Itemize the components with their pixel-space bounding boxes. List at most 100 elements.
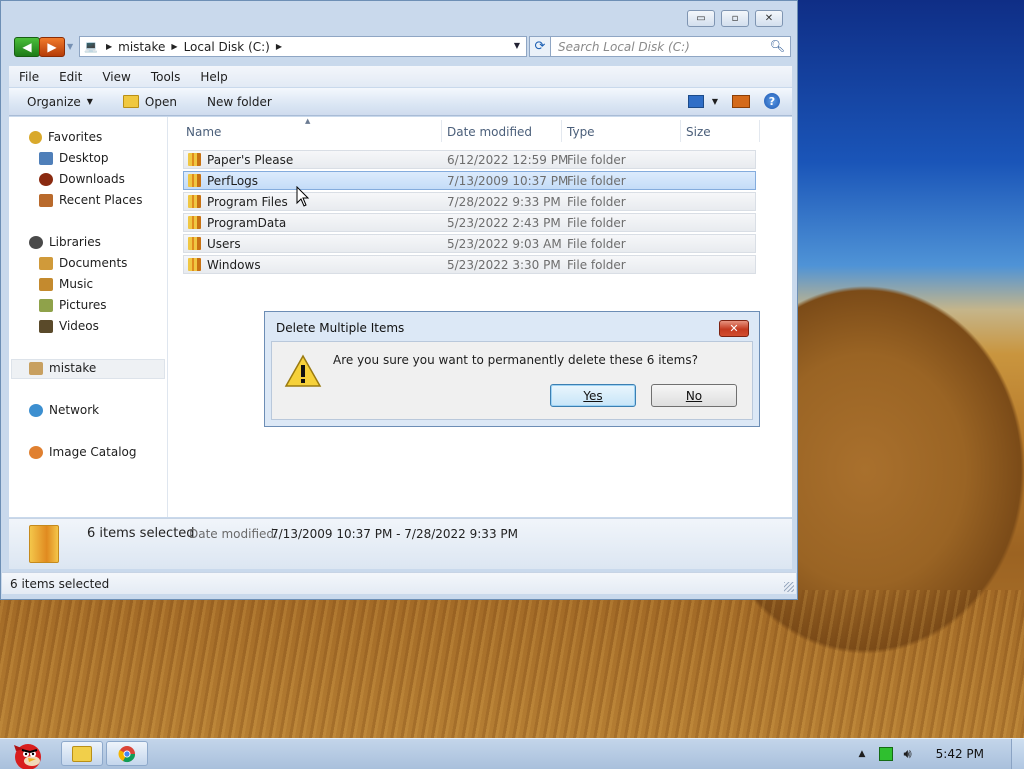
folder-icon: [188, 153, 201, 166]
window-controls: ▭ ▫ ✕: [687, 10, 783, 27]
file-row[interactable]: PerfLogs 7/13/2009 10:37 PM File folder: [183, 171, 756, 190]
details-pane: 6 items selected Date modified: 7/13/200…: [9, 518, 792, 569]
menu-help[interactable]: Help: [190, 70, 237, 84]
menu-file[interactable]: File: [9, 70, 49, 84]
nav-user-label: mistake: [49, 361, 97, 375]
column-divider[interactable]: [561, 120, 562, 142]
command-bar: Organize ▼ Open New folder ▼ ?: [9, 88, 792, 116]
chevron-right-icon[interactable]: ▶: [106, 42, 112, 51]
file-row[interactable]: Program Files 7/28/2022 9:33 PM File fol…: [183, 192, 756, 211]
sort-ascending-icon: ▲: [305, 117, 311, 125]
file-date: 6/12/2022 12:59 PM: [447, 153, 569, 167]
column-type[interactable]: Type: [567, 121, 595, 143]
documents-icon: [39, 256, 53, 270]
file-row[interactable]: Windows 5/23/2022 3:30 PM File folder: [183, 255, 756, 274]
yes-button-label: Yes: [583, 388, 603, 403]
nav-favorites[interactable]: Favorites: [29, 128, 102, 146]
forward-button[interactable]: ▶: [39, 37, 65, 57]
preview-pane-button[interactable]: [732, 94, 750, 108]
resize-grip[interactable]: [784, 582, 794, 592]
open-label: Open: [144, 94, 177, 109]
nav-network[interactable]: Network: [29, 401, 99, 419]
file-row[interactable]: Paper's Please 6/12/2022 12:59 PM File f…: [183, 150, 756, 169]
show-hidden-icons-icon[interactable]: ▲: [859, 749, 866, 759]
nav-downloads[interactable]: Downloads: [39, 170, 125, 188]
column-name[interactable]: Name: [186, 121, 221, 143]
nav-network-label: Network: [49, 403, 100, 417]
details-date-label: Date modified:: [189, 527, 279, 541]
minimize-button[interactable]: ▭: [687, 10, 715, 27]
file-date: 5/23/2022 3:30 PM: [447, 258, 561, 272]
folder-icon: [72, 745, 92, 762]
nav-libraries-label: Libraries: [49, 235, 101, 249]
file-type: File folder: [567, 216, 626, 230]
multiple-folders-icon: [29, 525, 59, 563]
nav-videos[interactable]: Videos: [39, 317, 99, 335]
dialog-body: Are you sure you want to permanently del…: [271, 341, 753, 420]
search-input[interactable]: Search Local Disk (C:) 🔍︎: [550, 36, 791, 57]
taskbar-explorer-button[interactable]: [61, 741, 103, 766]
breadcrumb-user[interactable]: mistake: [118, 40, 165, 54]
change-view-button[interactable]: ▼: [687, 94, 718, 108]
column-divider[interactable]: [759, 120, 760, 142]
menu-tools[interactable]: Tools: [141, 70, 191, 84]
maximize-button[interactable]: ▫: [721, 10, 749, 27]
nav-image-catalog-label: Image Catalog: [49, 445, 137, 459]
file-name: Paper's Please: [207, 153, 294, 167]
file-date: 7/28/2022 9:33 PM: [447, 195, 561, 209]
nav-libraries[interactable]: Libraries: [29, 233, 101, 251]
desktop-icon: [39, 151, 53, 165]
menu-edit[interactable]: Edit: [49, 70, 92, 84]
show-desktop-button[interactable]: [1011, 739, 1024, 769]
refresh-icon: ⟳: [534, 39, 546, 54]
file-type: File folder: [567, 237, 626, 251]
address-bar[interactable]: 💻 ▶ mistake ▶ Local Disk (C:) ▶ ▼: [79, 36, 527, 57]
open-button[interactable]: Open: [122, 94, 177, 109]
file-type: File folder: [567, 195, 626, 209]
nav-music[interactable]: Music: [39, 275, 93, 293]
volume-icon[interactable]: 🔊︎: [903, 747, 911, 762]
chevron-down-icon: ▼: [711, 96, 718, 106]
help-icon[interactable]: ?: [764, 93, 780, 109]
nav-recent-places[interactable]: Recent Places: [39, 191, 142, 209]
nav-image-catalog[interactable]: Image Catalog: [29, 443, 136, 461]
column-divider[interactable]: [680, 120, 681, 142]
organize-button[interactable]: Organize ▼: [27, 95, 93, 109]
nav-desktop[interactable]: Desktop: [39, 149, 109, 167]
view-icon: [687, 94, 704, 108]
menu-view[interactable]: View: [92, 70, 140, 84]
back-button[interactable]: ◀: [14, 37, 40, 57]
column-divider[interactable]: [441, 120, 442, 142]
address-row: ◀ ▶ ▼ 💻 ▶ mistake ▶ Local Disk (C:) ▶ ▼ …: [11, 35, 791, 59]
search-icon[interactable]: 🔍︎: [770, 39, 785, 53]
no-button[interactable]: No: [651, 384, 737, 407]
start-button-angry-bird-icon[interactable]: [2, 739, 50, 769]
details-date-range: 7/13/2009 10:37 PM - 7/28/2022 9:33 PM: [271, 527, 518, 541]
recent-pages-dropdown[interactable]: ▼: [67, 42, 73, 51]
network-status-icon[interactable]: [879, 747, 894, 761]
dialog-close-button[interactable]: ✕: [719, 320, 749, 337]
column-date-modified[interactable]: Date modified: [447, 121, 532, 143]
image-catalog-icon: [29, 445, 43, 459]
yes-button[interactable]: Yes: [550, 384, 636, 407]
nav-user-mistake[interactable]: mistake: [29, 359, 96, 377]
chevron-right-icon[interactable]: ▶: [171, 42, 177, 51]
file-row[interactable]: ProgramData 5/23/2022 2:43 PM File folde…: [183, 213, 756, 232]
nav-pictures[interactable]: Pictures: [39, 296, 107, 314]
refresh-button[interactable]: ⟳: [529, 36, 551, 57]
new-folder-button[interactable]: New folder: [207, 95, 272, 109]
status-bar: 6 items selected: [2, 572, 796, 594]
column-size[interactable]: Size: [686, 121, 711, 143]
taskbar-chrome-button[interactable]: [106, 741, 148, 766]
nav-music-label: Music: [59, 277, 94, 291]
mouse-cursor-icon: [296, 186, 310, 207]
chevron-right-icon[interactable]: ▶: [276, 42, 282, 51]
file-date: 5/23/2022 9:03 AM: [447, 237, 562, 251]
close-window-button[interactable]: ✕: [755, 10, 783, 27]
nav-documents[interactable]: Documents: [39, 254, 127, 272]
file-row[interactable]: Users 5/23/2022 9:03 AM File folder: [183, 234, 756, 253]
breadcrumb-drive[interactable]: Local Disk (C:): [184, 40, 270, 54]
computer-icon: 💻: [84, 40, 98, 53]
clock[interactable]: 5:42 PM: [936, 747, 984, 761]
address-dropdown-icon[interactable]: ▼: [514, 41, 520, 50]
